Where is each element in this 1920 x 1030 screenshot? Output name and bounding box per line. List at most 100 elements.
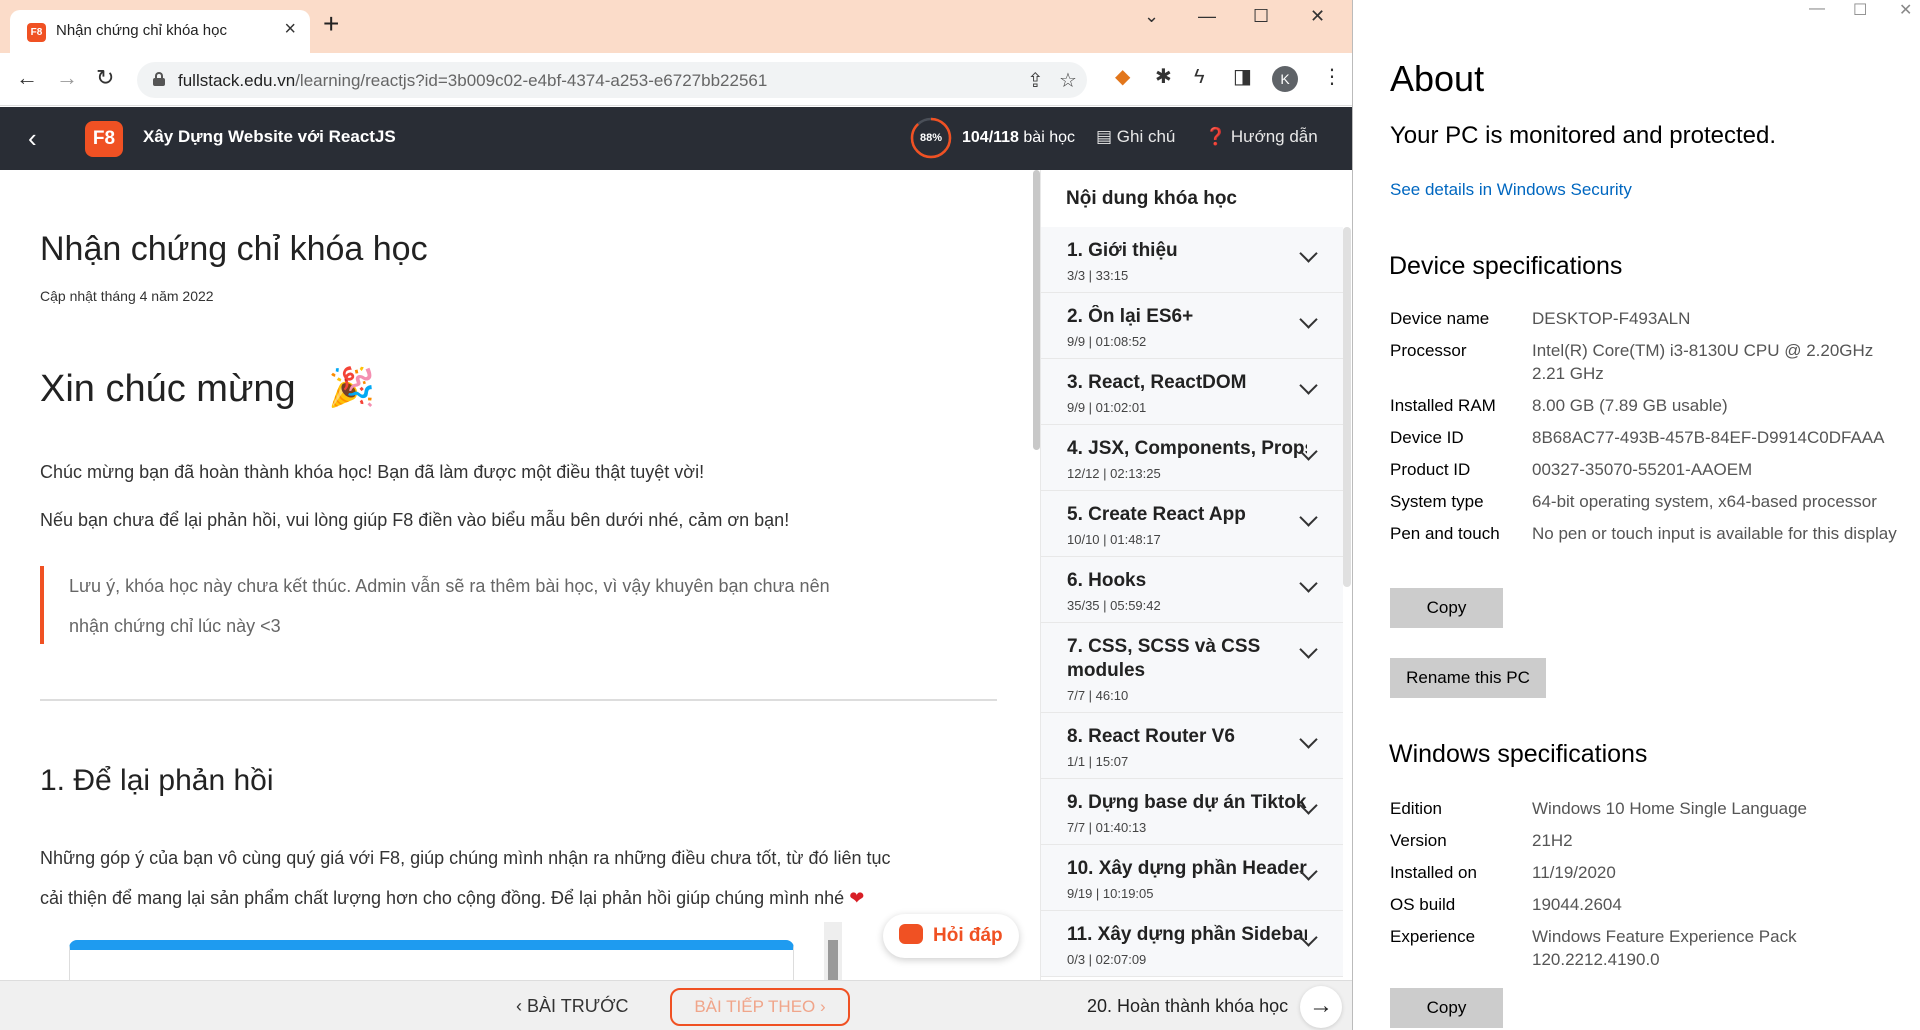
section-title: 10. Xây dựng phần Header xyxy=(1067,858,1307,879)
lesson-nav-bar: ‹ BÀI TRƯỚC BÀI TIẾP THEO › 20. Hoàn thà… xyxy=(0,980,1352,1030)
browser-tab-active[interactable]: F8 Nhận chứng chỉ khóa học × xyxy=(10,10,310,53)
sidebar-section-item[interactable]: 8. React Router V6 1/1 | 15:07 xyxy=(1041,713,1343,779)
feedback-request-paragraph: Nếu bạn chưa để lại phản hồi, vui lòng g… xyxy=(40,510,790,530)
f8-logo[interactable]: F8 xyxy=(85,121,123,157)
lock-icon xyxy=(153,72,165,86)
spec-value: Windows Feature Experience Pack 120.2212… xyxy=(1532,927,1797,969)
spec-label: Device ID xyxy=(1390,428,1464,447)
copy-device-specs-button[interactable]: Copy xyxy=(1390,588,1503,628)
windows-security-link[interactable]: See details in Windows Security xyxy=(1390,180,1632,200)
close-window-icon[interactable]: ✕ xyxy=(1899,0,1912,20)
sidebar-heading: Nội dung khóa học xyxy=(1066,188,1237,209)
divider xyxy=(40,699,997,701)
sidebar-section-item[interactable]: 10. Xây dựng phần Header 9/19 | 10:19:05 xyxy=(1041,845,1343,911)
spec-value: Intel(R) Core(TM) i3-8130U CPU @ 2.20GHz… xyxy=(1532,341,1874,383)
tab-search-chevron-icon[interactable]: ⌄ xyxy=(1144,6,1159,27)
side-panel-icon[interactable]: ◨ xyxy=(1233,65,1252,89)
f8-favicon-icon: F8 xyxy=(27,23,46,42)
maximize-icon[interactable]: ☐ xyxy=(1253,6,1269,27)
share-icon[interactable]: ⇪ xyxy=(1027,68,1044,93)
spec-label: Installed on xyxy=(1390,863,1477,882)
sidebar-section-item[interactable]: 11. Xây dựng phần Sidebar 0/3 | 02:07:09 xyxy=(1041,911,1343,977)
spec-value: 21H2 xyxy=(1532,831,1573,850)
sidebar-section-item[interactable]: 9. Dựng base dự án Tiktok 7/7 | 01:40:13 xyxy=(1041,779,1343,845)
spec-label: Processor xyxy=(1390,341,1467,360)
sidebar-section-item[interactable]: 7. CSS, SCSS và CSS modules 7/7 | 46:10 xyxy=(1041,623,1343,713)
close-window-icon[interactable]: ✕ xyxy=(1310,6,1325,27)
section-meta: 7/7 | 46:10 xyxy=(1067,688,1129,703)
section-title: 1. Giới thiệu xyxy=(1067,240,1178,261)
bookmark-star-icon[interactable]: ☆ xyxy=(1059,68,1077,93)
protection-status: Your PC is monitored and protected. xyxy=(1390,122,1777,149)
section-title: 11. Xây dựng phần Sidebar xyxy=(1067,924,1307,945)
sidebar-section-item[interactable]: 6. Hooks 35/35 | 05:59:42 xyxy=(1041,557,1343,623)
feedback-form-embed[interactable] xyxy=(69,940,794,980)
section-title: 6. Hooks xyxy=(1067,570,1147,591)
chat-bubbles-icon xyxy=(899,924,923,944)
extensions-puzzle-icon[interactable]: ✱ xyxy=(1155,65,1172,89)
sidebar-section-item[interactable]: 1. Giới thiệu 3/3 | 33:15 xyxy=(1041,227,1343,293)
spec-label: Version xyxy=(1390,831,1447,850)
spec-value: 11/19/2020 xyxy=(1532,863,1616,882)
spec-label: Edition xyxy=(1390,799,1442,818)
content-scrollbar[interactable] xyxy=(1033,170,1040,450)
embed-scrollbar[interactable] xyxy=(824,922,842,980)
section-meta: 9/9 | 01:02:01 xyxy=(1067,400,1147,415)
section-meta: 10/10 | 01:48:17 xyxy=(1067,532,1161,547)
windows-specs-heading: Windows specifications xyxy=(1389,740,1648,768)
reload-icon[interactable]: ↻ xyxy=(96,65,114,91)
guide-button[interactable]: ❓ Hướng dẫn xyxy=(1205,127,1318,147)
spec-label: Product ID xyxy=(1390,460,1471,479)
arrow-right-icon[interactable]: → xyxy=(1300,986,1342,1028)
maximize-icon[interactable]: ☐ xyxy=(1853,0,1867,20)
minimize-icon[interactable]: — xyxy=(1198,6,1216,27)
sidebar-scrollbar[interactable] xyxy=(1343,227,1351,587)
metamask-fox-icon[interactable]: ◆ xyxy=(1115,65,1130,89)
extension-lightning-icon[interactable]: ϟ xyxy=(1194,65,1205,89)
heart-icon: ❤ xyxy=(849,888,865,908)
new-tab-plus-icon[interactable]: + xyxy=(323,10,339,38)
chevron-left-icon: ‹ xyxy=(516,996,522,1016)
course-sidebar: Nội dung khóa học 1. Giới thiệu 3/3 | 33:… xyxy=(1040,170,1352,980)
copy-windows-specs-button[interactable]: Copy xyxy=(1390,988,1503,1028)
back-chevron-icon[interactable]: ‹ xyxy=(28,123,37,154)
next-lesson-button[interactable]: BÀI TIẾP THEO › xyxy=(670,988,850,1026)
spec-value: 64-bit operating system, x64-based proce… xyxy=(1532,492,1877,511)
spec-value: No pen or touch input is available for t… xyxy=(1532,524,1897,543)
spec-label: Installed RAM xyxy=(1390,396,1496,415)
address-bar[interactable]: fullstack.edu.vn/learning/reactjs?id=3b0… xyxy=(137,62,1087,98)
spec-label: System type xyxy=(1390,492,1484,511)
sidebar-section-item[interactable]: 4. JSX, Components, Props 12/12 | 02:13:2… xyxy=(1041,425,1343,491)
forward-arrow-icon[interactable]: → xyxy=(56,65,78,91)
tab-close-icon[interactable]: × xyxy=(284,18,296,41)
menu-kebab-icon[interactable]: ⋮ xyxy=(1322,65,1342,89)
lesson-title: Nhận chứng chỉ khóa học xyxy=(40,230,428,268)
settings-about-window: — ☐ ✕ About Your PC is monitored and pro… xyxy=(1352,0,1920,1030)
question-icon: ❓ xyxy=(1205,127,1227,146)
browser-toolbar: ← → ↻ fullstack.edu.vn/learning/reactjs?… xyxy=(0,53,1352,106)
back-arrow-icon[interactable]: ← xyxy=(16,65,38,91)
rename-pc-button[interactable]: Rename this PC xyxy=(1390,658,1546,698)
section-meta: 7/7 | 01:40:13 xyxy=(1067,820,1147,835)
section-title: 5. Create React App xyxy=(1067,504,1246,525)
section-meta: 0/3 | 02:07:09 xyxy=(1067,952,1147,967)
sidebar-section-item[interactable]: 5. Create React App 10/10 | 01:48:17 xyxy=(1041,491,1343,557)
note-blockquote: Lưu ý, khóa học này chưa kết thúc. Admin… xyxy=(40,566,900,644)
section-title: 9. Dựng base dự án Tiktok xyxy=(1067,792,1307,813)
notes-button[interactable]: ▤ Ghi chú xyxy=(1096,127,1175,147)
minimize-icon[interactable]: — xyxy=(1809,0,1825,18)
sidebar-section-item[interactable]: 3. React, ReactDOM 9/9 | 01:02:01 xyxy=(1041,359,1343,425)
section-meta: 3/3 | 33:15 xyxy=(1067,268,1129,283)
section-title: 4. JSX, Components, Props xyxy=(1067,438,1307,459)
section-meta: 12/12 | 02:13:25 xyxy=(1067,466,1161,481)
browser-window: F8 Nhận chứng chỉ khóa học × + ⌄ — ☐ ✕ ←… xyxy=(0,0,1352,1030)
congrats-paragraph: Chúc mừng bạn đã hoàn thành khóa học! Bạ… xyxy=(40,462,705,482)
url-text[interactable]: fullstack.edu.vn/learning/reactjs?id=3b0… xyxy=(178,71,767,91)
spec-value: DESKTOP-F493ALN xyxy=(1532,309,1691,328)
prev-lesson-button[interactable]: ‹ BÀI TRƯỚC xyxy=(516,996,629,1017)
profile-avatar[interactable]: K xyxy=(1272,66,1298,92)
qa-button[interactable]: Hỏi đáp xyxy=(883,914,1019,958)
sidebar-section-item[interactable]: 2. Ôn lại ES6+ 9/9 | 01:08:52 xyxy=(1041,293,1343,359)
section-title: 3. React, ReactDOM xyxy=(1067,372,1247,393)
spec-label: OS build xyxy=(1390,895,1456,914)
